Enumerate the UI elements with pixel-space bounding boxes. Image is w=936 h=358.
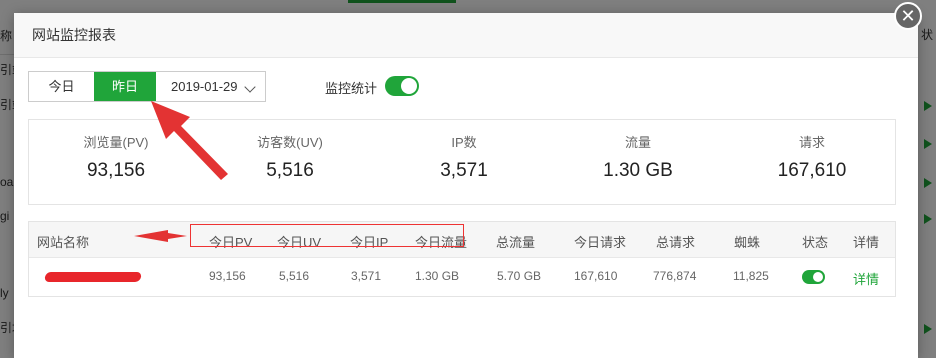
stat-label: 流量 xyxy=(624,135,651,150)
stat-label: 访客数(UV) xyxy=(257,135,323,150)
column-today-requests: 今日请求 xyxy=(574,235,627,250)
monitor-stats-toggle[interactable] xyxy=(385,76,419,96)
stat-label: IP数 xyxy=(451,135,477,150)
date-value: 2019-01-29 xyxy=(171,79,238,94)
cell-today-requests: 167,610 xyxy=(574,269,618,283)
cell-today-traffic: 1.30 GB xyxy=(415,269,460,283)
close-icon[interactable]: ✕ xyxy=(894,2,922,30)
cell-total-requests: 776,874 xyxy=(653,269,697,283)
column-spider: 蜘蛛 xyxy=(734,235,761,250)
redacted-site-name xyxy=(44,272,142,282)
stat-value: 167,610 xyxy=(777,160,847,181)
table-row: 93,156 5,516 3,571 1.30 GB 5.70 GB 167,6… xyxy=(29,259,895,297)
stat-value: 93,156 xyxy=(86,160,146,181)
stat-label: 浏览量(PV) xyxy=(83,135,149,150)
modal-title: 网站监控报表 xyxy=(14,13,918,58)
column-total-requests: 总请求 xyxy=(656,235,696,250)
cell-spider: 11,825 xyxy=(733,269,769,283)
site-status-toggle[interactable] xyxy=(802,270,825,284)
cell-today-ip: 3,571 xyxy=(351,269,382,283)
details-link[interactable]: 详情 xyxy=(853,269,879,288)
cell-today-uv: 5,516 xyxy=(279,269,310,283)
date-range-group: 今日 昨日 2019-01-29 xyxy=(28,71,266,102)
column-site-name: 网站名称 xyxy=(37,235,90,250)
yesterday-button[interactable]: 昨日 xyxy=(94,72,156,101)
stat-value: 3,571 xyxy=(440,160,488,181)
cell-total-traffic: 5.70 GB xyxy=(497,269,542,283)
summary-stats-panel: 浏览量(PV) 93,156 访客数(UV) 5,516 IP数 3,571 流… xyxy=(28,119,896,205)
site-monitor-report-modal: 网站监控报表 今日 昨日 2019-01-29 监控统计 浏览量(PV) 93,… xyxy=(14,13,918,358)
stat-value: 1.30 GB xyxy=(603,160,673,181)
stat-label: 请求 xyxy=(798,135,825,150)
column-status: 状态 xyxy=(802,235,829,250)
column-details: 详情 xyxy=(853,235,880,250)
stat-value: 5,516 xyxy=(266,160,314,181)
toggle-knob xyxy=(401,78,417,94)
today-button[interactable]: 今日 xyxy=(29,72,94,101)
column-total-traffic: 总流量 xyxy=(496,235,536,250)
annotation-highlight-box xyxy=(190,224,464,247)
toggle-knob xyxy=(813,272,823,282)
cell-today-pv: 93,156 xyxy=(209,269,246,283)
monitor-stats-label: 监控统计 xyxy=(325,81,378,96)
